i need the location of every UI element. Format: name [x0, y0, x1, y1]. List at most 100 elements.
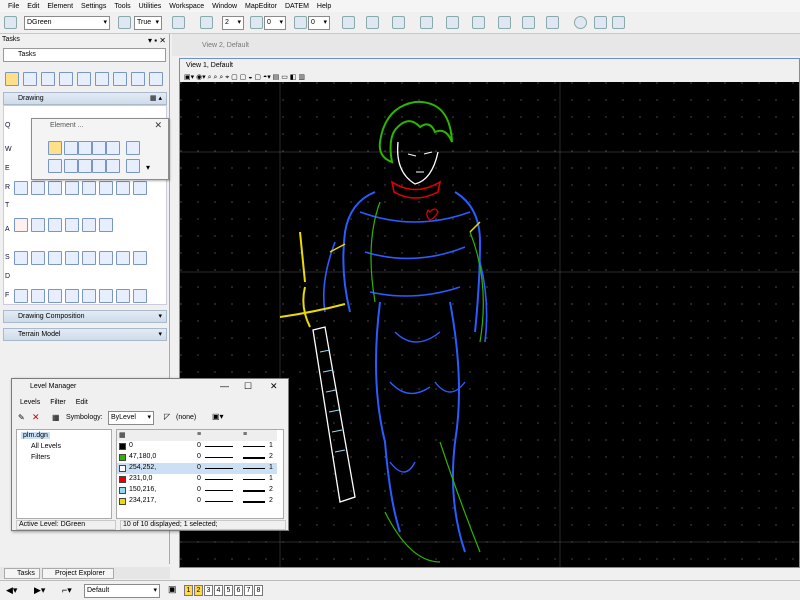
- drawing-section-header[interactable]: Drawing ▦ ▴: [3, 92, 167, 105]
- spell-check-icon[interactable]: [48, 218, 62, 232]
- view-button-2[interactable]: 2: [194, 585, 203, 596]
- place-note-icon[interactable]: [133, 181, 147, 195]
- menu-file[interactable]: File: [8, 3, 19, 10]
- close-icon[interactable]: ✕: [154, 120, 162, 131]
- dimension-icon[interactable]: [14, 251, 28, 265]
- tasks-combo[interactable]: Tasks: [3, 48, 166, 62]
- tree-item-filters[interactable]: Filters: [31, 454, 50, 461]
- arrow-tool-icon[interactable]: [64, 159, 78, 173]
- lightbulb-icon[interactable]: [77, 72, 91, 86]
- menu-element[interactable]: Element: [47, 3, 73, 10]
- place-text-icon[interactable]: [14, 218, 28, 232]
- rectangle-icon[interactable]: [64, 141, 78, 155]
- measure-icon[interactable]: [546, 16, 559, 29]
- place-polygon-icon[interactable]: [99, 181, 113, 195]
- extend-icon[interactable]: [65, 289, 79, 303]
- info-icon[interactable]: [574, 16, 587, 29]
- menu-edit[interactable]: Edit: [27, 3, 39, 10]
- menu-settings[interactable]: Settings: [81, 3, 106, 10]
- place-shape-icon[interactable]: [31, 181, 45, 195]
- place-ellipse-icon[interactable]: [82, 181, 96, 195]
- table-row[interactable]: 47,180,0 0 2: [117, 452, 277, 463]
- weight-combo[interactable]: 2: [222, 16, 244, 30]
- checklist-icon[interactable]: [612, 16, 625, 29]
- text-format-icon[interactable]: [99, 218, 113, 232]
- grid-tool-icon[interactable]: [48, 159, 62, 173]
- level-display-icon[interactable]: [4, 16, 17, 29]
- layers-icon[interactable]: [498, 16, 511, 29]
- fillet-icon[interactable]: [14, 289, 28, 303]
- tree-item-all-levels[interactable]: All Levels: [31, 443, 61, 450]
- table-row[interactable]: 234,217, 0 2: [117, 496, 277, 507]
- view-button-6[interactable]: 6: [234, 585, 243, 596]
- tab-tasks[interactable]: Tasks: [4, 568, 40, 579]
- line-style-picker-icon[interactable]: ◸: [164, 412, 170, 421]
- place-circle-icon[interactable]: [65, 181, 79, 195]
- tab-project-explorer[interactable]: Project Explorer: [42, 568, 114, 579]
- menu-filter[interactable]: Filter: [50, 399, 66, 406]
- priority-combo[interactable]: 0: [308, 16, 330, 30]
- menu-tools[interactable]: Tools: [114, 3, 130, 10]
- drawing-composition-header[interactable]: Drawing Composition ▾: [3, 310, 167, 323]
- delete-vertex-icon[interactable]: [116, 289, 130, 303]
- line-weight-icon[interactable]: [200, 16, 213, 29]
- select-element-icon[interactable]: [5, 72, 19, 86]
- transparency-combo[interactable]: 0: [264, 16, 286, 30]
- terrain-icon[interactable]: [82, 251, 96, 265]
- delete-icon[interactable]: [131, 72, 145, 86]
- point-icon[interactable]: [99, 251, 113, 265]
- display-icon[interactable]: ▣▾: [212, 412, 224, 421]
- minimize-icon[interactable]: —: [220, 381, 229, 391]
- view-tools-icons[interactable]: ▣▾ ◉▾ ⌕ ⌕ ⌕ ⌖ ▢ ▢ ◒ ▢ ◓▾ ▤ ▭ ◧ ▥: [184, 74, 305, 81]
- color-icon[interactable]: [118, 16, 131, 29]
- table-row[interactable]: 0 0 1: [117, 441, 277, 452]
- line-style-icon[interactable]: [172, 16, 185, 29]
- place-line-icon[interactable]: [48, 141, 62, 155]
- table-icon[interactable]: [133, 251, 147, 265]
- table-row[interactable]: 231,0,0 0 1: [117, 474, 277, 485]
- pointer-icon[interactable]: ⌐▾: [62, 585, 72, 596]
- expand-icon[interactable]: ▾: [158, 311, 162, 322]
- view-button-5[interactable]: 5: [224, 585, 233, 596]
- fill-tool-icon[interactable]: [92, 159, 106, 173]
- view-button-1[interactable]: 1: [184, 585, 193, 596]
- symbology-combo[interactable]: ByLevel: [108, 411, 154, 425]
- color-column-icon[interactable]: ▦: [119, 431, 126, 439]
- snap-icon[interactable]: [522, 16, 535, 29]
- manipulate-icon[interactable]: [95, 72, 109, 86]
- move-tool-icon[interactable]: [78, 159, 92, 173]
- back-icon[interactable]: ◀▾: [6, 585, 17, 596]
- parallelogram-icon[interactable]: [78, 141, 92, 155]
- edit-text-icon[interactable]: [31, 218, 45, 232]
- dropdown-arrow-icon[interactable]: ▾: [146, 163, 150, 172]
- weight-column-icon[interactable]: ≡: [197, 431, 201, 438]
- menu-mapeditor[interactable]: MapEditor: [245, 3, 277, 10]
- line-tool-icon[interactable]: [106, 141, 120, 155]
- priority-icon[interactable]: [294, 16, 307, 29]
- insert-vertex-icon[interactable]: [99, 289, 113, 303]
- transparency-icon[interactable]: [250, 16, 263, 29]
- reference-icon[interactable]: [472, 16, 485, 29]
- menu-edit[interactable]: Edit: [76, 399, 88, 406]
- trim-icon[interactable]: [48, 289, 62, 303]
- break-icon[interactable]: [82, 289, 96, 303]
- text-style-icon[interactable]: [65, 218, 79, 232]
- true-combo[interactable]: True: [134, 16, 162, 30]
- menu-help[interactable]: Help: [317, 3, 331, 10]
- ordinate-icon[interactable]: [65, 251, 79, 265]
- globe-icon[interactable]: [106, 159, 120, 173]
- none-combo[interactable]: (none): [176, 414, 196, 421]
- menu-window[interactable]: Window: [212, 3, 237, 10]
- element-info-icon[interactable]: [126, 141, 140, 155]
- view-group-icon[interactable]: ▣: [168, 584, 177, 595]
- check-icon[interactable]: [594, 16, 607, 29]
- attribute-icon[interactable]: [149, 72, 163, 86]
- scale-icon[interactable]: [113, 72, 127, 86]
- menu-utilities[interactable]: Utilities: [139, 3, 162, 10]
- place-text-tool-icon[interactable]: [116, 181, 130, 195]
- terrain-model-header[interactable]: Terrain Model ▾: [3, 328, 167, 341]
- table-row[interactable]: 254,252, 0 1: [117, 463, 277, 474]
- table-row[interactable]: 150,216, 0 2: [117, 485, 277, 496]
- circle-tool-icon[interactable]: [92, 141, 106, 155]
- view-button-7[interactable]: 7: [244, 585, 253, 596]
